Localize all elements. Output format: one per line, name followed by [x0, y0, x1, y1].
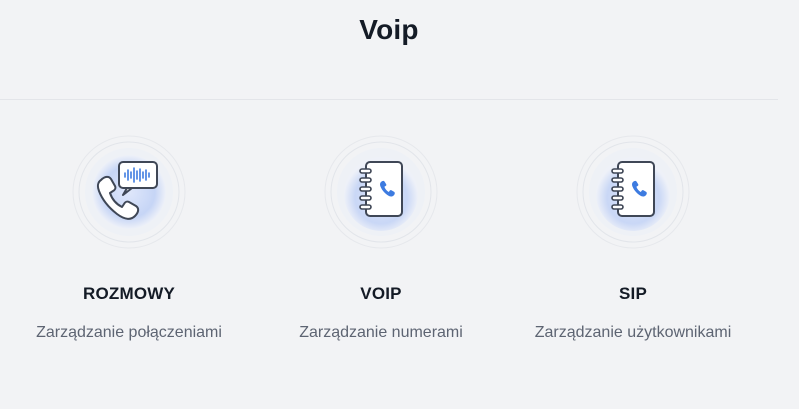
card-sip[interactable]: SIP Zarządzanie użytkownikami — [507, 134, 759, 364]
phone-chat-icon — [71, 134, 187, 250]
page-title: Voip — [359, 14, 419, 45]
phonebook-icon — [575, 134, 691, 250]
voip-page: Voip ROZMOWY Zarządzanie połączeniami VO… — [0, 0, 799, 409]
header-divider — [0, 99, 778, 100]
card-description: Zarządzanie połączeniami — [36, 324, 222, 341]
card-label: SIP — [618, 284, 647, 303]
card-rozmowy[interactable]: ROZMOWY Zarządzanie połączeniami — [3, 134, 255, 364]
card-description: Zarządzanie numerami — [299, 324, 463, 341]
phonebook-icon — [323, 134, 439, 250]
card-voip[interactable]: VOIP Zarządzanie numerami — [255, 134, 507, 364]
card-label: ROZMOWY — [82, 284, 176, 303]
card-label: VOIP — [360, 284, 402, 303]
card-description: Zarządzanie użytkownikami — [534, 324, 732, 341]
